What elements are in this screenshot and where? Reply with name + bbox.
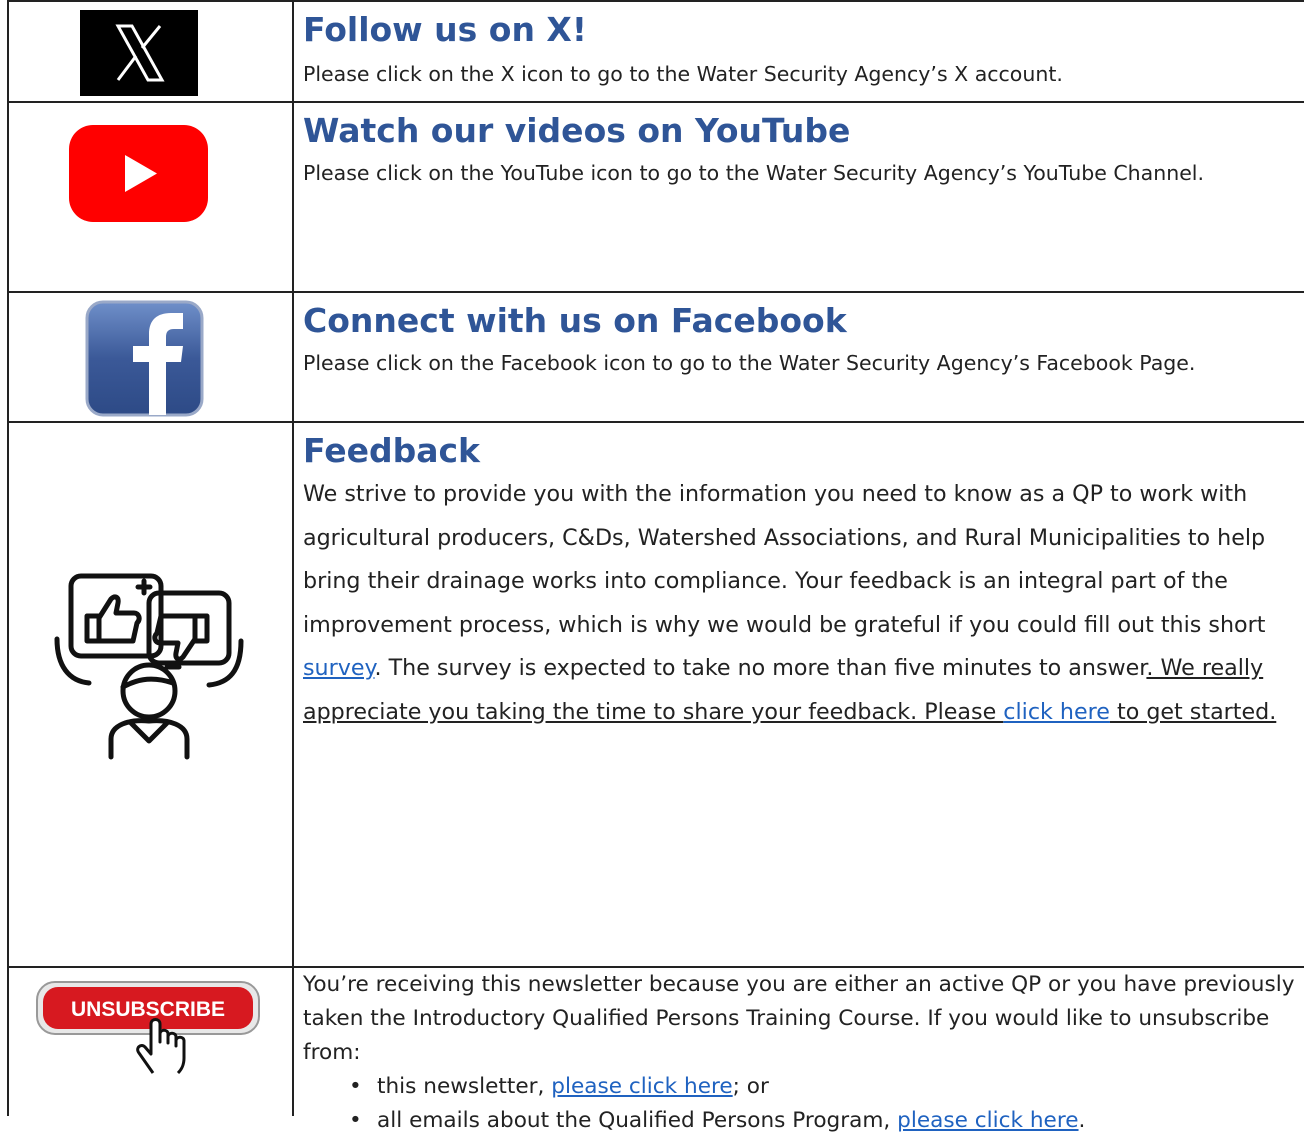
table-row-x: Follow us on X! Please click on the X ic…	[9, 0, 1304, 103]
option-1-suffix: ; or	[732, 1074, 769, 1099]
option-2-prefix: all emails about the Qualified Persons P…	[377, 1108, 898, 1133]
unsubscribe-badge-label: UNSUBSCRIBE	[71, 998, 225, 1021]
youtube-description: Please click on the YouTube icon to go t…	[303, 161, 1205, 185]
icon-cell-youtube	[9, 103, 292, 291]
x-heading: Follow us on X!	[303, 10, 587, 49]
feedback-text-part-4: to get started.	[1109, 698, 1277, 725]
feedback-text-part-1: We strive to provide you with the inform…	[303, 481, 1266, 638]
table-row-youtube: Watch our videos on YouTube Please click…	[9, 103, 1304, 293]
column-divider	[292, 968, 294, 1116]
feedback-text-part-2: . The survey is expected to take no more…	[374, 655, 1147, 681]
unsubscribe-intro: You’re receiving this newsletter because…	[303, 972, 1295, 1065]
option-1-prefix: this newsletter,	[377, 1074, 552, 1099]
list-item: all emails about the Qualified Persons P…	[349, 1104, 1304, 1138]
list-item: this newsletter, please click here; or	[349, 1070, 1304, 1104]
column-divider	[292, 103, 294, 291]
click-here-link[interactable]: click here	[1003, 699, 1110, 725]
icon-cell-feedback	[9, 423, 292, 966]
youtube-logo-icon[interactable]	[69, 125, 208, 222]
column-divider	[292, 423, 294, 966]
unsubscribe-button-icon[interactable]: UNSUBSCRIBE	[35, 978, 265, 1078]
column-divider	[292, 2, 294, 101]
option-2-suffix: .	[1078, 1108, 1086, 1133]
facebook-logo-icon[interactable]	[85, 300, 204, 417]
unsubscribe-options-list: this newsletter, please click here; or a…	[303, 1070, 1304, 1138]
icon-cell-x	[9, 2, 292, 101]
x-description: Please click on the X icon to go to the …	[303, 62, 1063, 86]
text-cell-facebook: Connect with us on Facebook Please click…	[303, 293, 1304, 380]
text-cell-youtube: Watch our videos on YouTube Please click…	[303, 103, 1304, 190]
table-row-facebook: Connect with us on Facebook Please click…	[9, 293, 1304, 423]
text-cell-x: Follow us on X! Please click on the X ic…	[303, 2, 1304, 91]
survey-link[interactable]: survey	[303, 655, 375, 681]
x-logo-icon[interactable]	[80, 10, 198, 96]
text-cell-feedback: Feedback We strive to provide you with t…	[303, 423, 1304, 734]
unsubscribe-all-emails-link[interactable]: please click here	[897, 1108, 1078, 1133]
feedback-thumbs-icon	[49, 571, 249, 761]
column-divider	[292, 293, 294, 421]
facebook-heading: Connect with us on Facebook	[303, 301, 847, 340]
table-row-unsubscribe: UNSUBSCRIBE You’re receiving this newsle…	[9, 968, 1304, 1138]
icon-cell-unsubscribe: UNSUBSCRIBE	[9, 968, 292, 1116]
feedback-body: We strive to provide you with the inform…	[303, 473, 1304, 734]
social-links-table: Follow us on X! Please click on the X ic…	[7, 0, 1304, 1138]
facebook-description: Please click on the Facebook icon to go …	[303, 351, 1196, 375]
feedback-heading: Feedback	[303, 431, 480, 470]
text-cell-unsubscribe: You’re receiving this newsletter because…	[303, 968, 1304, 1138]
table-row-feedback: Feedback We strive to provide you with t…	[9, 423, 1304, 968]
unsubscribe-newsletter-link[interactable]: please click here	[551, 1074, 732, 1099]
youtube-heading: Watch our videos on YouTube	[303, 111, 851, 150]
icon-cell-facebook	[9, 293, 292, 421]
